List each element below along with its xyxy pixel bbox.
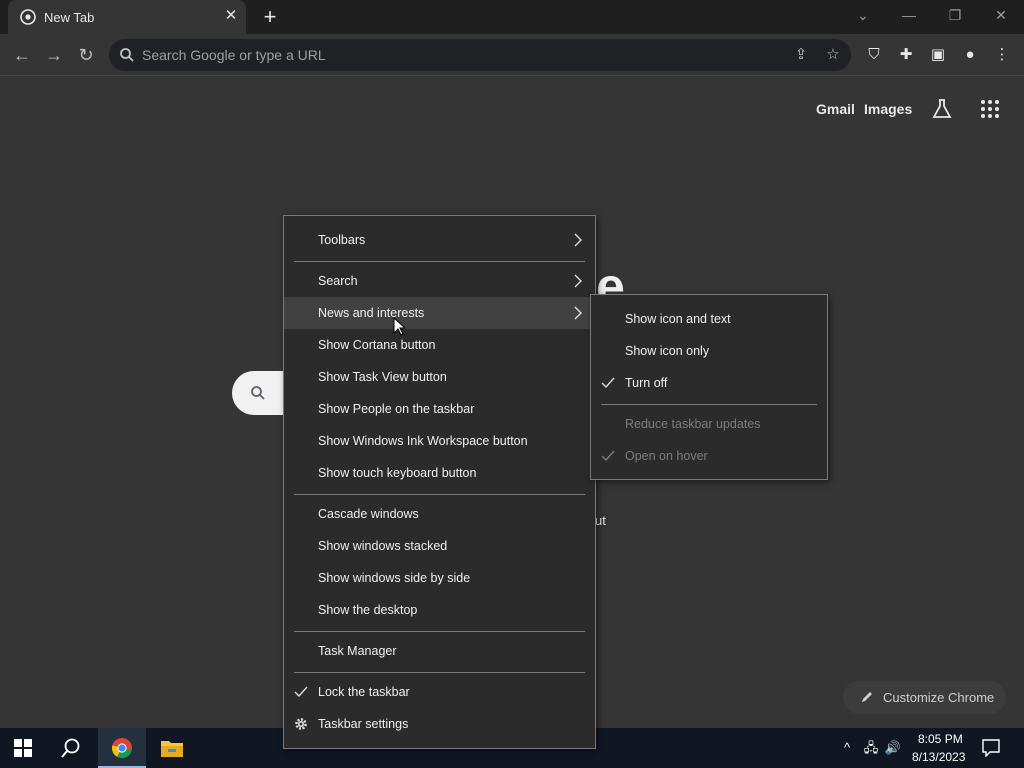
gear-icon [295,718,307,730]
taskbar-clock-time[interactable]: 8:05 PM [918,732,963,746]
menu-item-task-manager[interactable]: Task Manager [284,635,595,667]
menu-separator [294,494,585,495]
browser-toolbar: ← → ↻ Search Google or type a URL ⇪ ☆ ⛉ … [0,34,1024,76]
forward-icon[interactable]: → [42,43,66,67]
chevron-right-icon [574,274,582,288]
chrome-icon [111,738,132,759]
search-icon [251,386,265,400]
menu-item-taskbar-settings[interactable]: Taskbar settings [284,708,595,740]
taskbar-clock-date[interactable]: 8/13/2023 [912,750,965,764]
menu-item-show-cortana-button[interactable]: Show Cortana button [284,329,595,361]
menu-item-show-people[interactable]: Show People on the taskbar [284,393,595,425]
restore-icon[interactable]: ❐ [932,0,978,30]
tab-strip: New Tab ✕ + ⌄ — ❐ ✕ [0,0,1024,34]
customize-chrome-label: Customize Chrome [883,690,995,705]
bookmark-star-icon[interactable]: ☆ [823,45,843,65]
side-panel-icon[interactable]: ▣ [926,43,950,67]
submenu-item-show-icon-and-text[interactable]: Show icon and text [591,303,827,335]
chevron-right-icon [574,306,582,320]
search-icon [120,48,134,62]
file-explorer-icon[interactable] [160,738,184,758]
menu-item-search[interactable]: Search [284,265,595,297]
search-icon[interactable] [60,737,82,759]
chrome-icon [20,9,36,25]
windows-start-icon[interactable] [14,739,32,757]
taskbar-chrome-app[interactable] [98,728,146,768]
taskbar-context-menu: Toolbars Search News and interests Show … [283,215,596,749]
apps-grid-icon[interactable] [978,97,1002,121]
submenu-item-show-icon-only[interactable]: Show icon only [591,335,827,367]
tab-new-tab[interactable]: New Tab ✕ [8,0,246,34]
share-icon[interactable]: ⇪ [791,45,811,65]
submenu-item-turn-off[interactable]: Turn off [591,367,827,399]
menu-separator [294,672,585,673]
extensions-puzzle-icon[interactable]: ✚ [894,43,918,67]
shortcut-label[interactable]: ut [595,513,606,528]
news-and-interests-submenu: Show icon and text Show icon only Turn o… [590,294,828,480]
submenu-item-reduce-taskbar-updates: Reduce taskbar updates [625,417,761,431]
menu-item-show-windows-side-by-side[interactable]: Show windows side by side [284,562,595,594]
menu-item-show-the-desktop[interactable]: Show the desktop [284,594,595,626]
action-center-icon[interactable] [982,739,1000,757]
menu-item-cascade-windows[interactable]: Cascade windows [284,498,595,530]
tab-search-icon[interactable]: ⌄ [840,0,886,30]
omnibox[interactable]: Search Google or type a URL ⇪ ☆ [109,39,851,71]
show-hidden-icons-chevron-icon[interactable]: ^ [838,739,856,757]
menu-kebab-icon[interactable]: ⋮ [990,43,1014,67]
new-tab-button[interactable]: + [260,6,280,28]
menu-item-show-windows-stacked[interactable]: Show windows stacked [284,530,595,562]
menu-item-show-windows-ink[interactable]: Show Windows Ink Workspace button [284,425,595,457]
reload-icon[interactable]: ↻ [74,43,98,67]
minimize-icon[interactable]: — [886,0,932,30]
omnibox-placeholder: Search Google or type a URL [142,47,326,63]
network-icon[interactable]: 🖧 [862,739,880,757]
checkmark-icon [601,450,615,462]
mouse-cursor-icon [393,317,405,336]
gmail-link[interactable]: Gmail [816,101,855,117]
checkmark-icon [294,686,308,698]
images-link[interactable]: Images [864,101,912,117]
ublock-extension-icon[interactable]: ⛉ [862,43,886,67]
close-tab-icon[interactable]: ✕ [222,7,240,25]
customize-chrome-button[interactable]: Customize Chrome [843,681,1006,714]
menu-item-show-touch-keyboard[interactable]: Show touch keyboard button [284,457,595,489]
tab-title: New Tab [44,10,95,25]
pencil-icon [862,692,872,702]
menu-separator [601,404,817,405]
menu-item-toolbars[interactable]: Toolbars [284,224,595,256]
chevron-right-icon [574,233,582,247]
volume-icon[interactable]: 🔊 [884,739,902,757]
profile-avatar-icon[interactable]: ● [958,43,982,67]
menu-separator [294,631,585,632]
menu-item-show-task-view-button[interactable]: Show Task View button [284,361,595,393]
labs-flask-icon[interactable] [930,97,954,121]
checkmark-icon [601,377,615,389]
back-icon[interactable]: ← [10,43,34,67]
menu-item-news-and-interests[interactable]: News and interests [284,297,595,329]
window-close-icon[interactable]: ✕ [978,0,1024,30]
menu-item-lock-the-taskbar[interactable]: Lock the taskbar [284,676,595,708]
menu-separator [294,261,585,262]
submenu-item-open-on-hover: Open on hover [591,440,827,472]
